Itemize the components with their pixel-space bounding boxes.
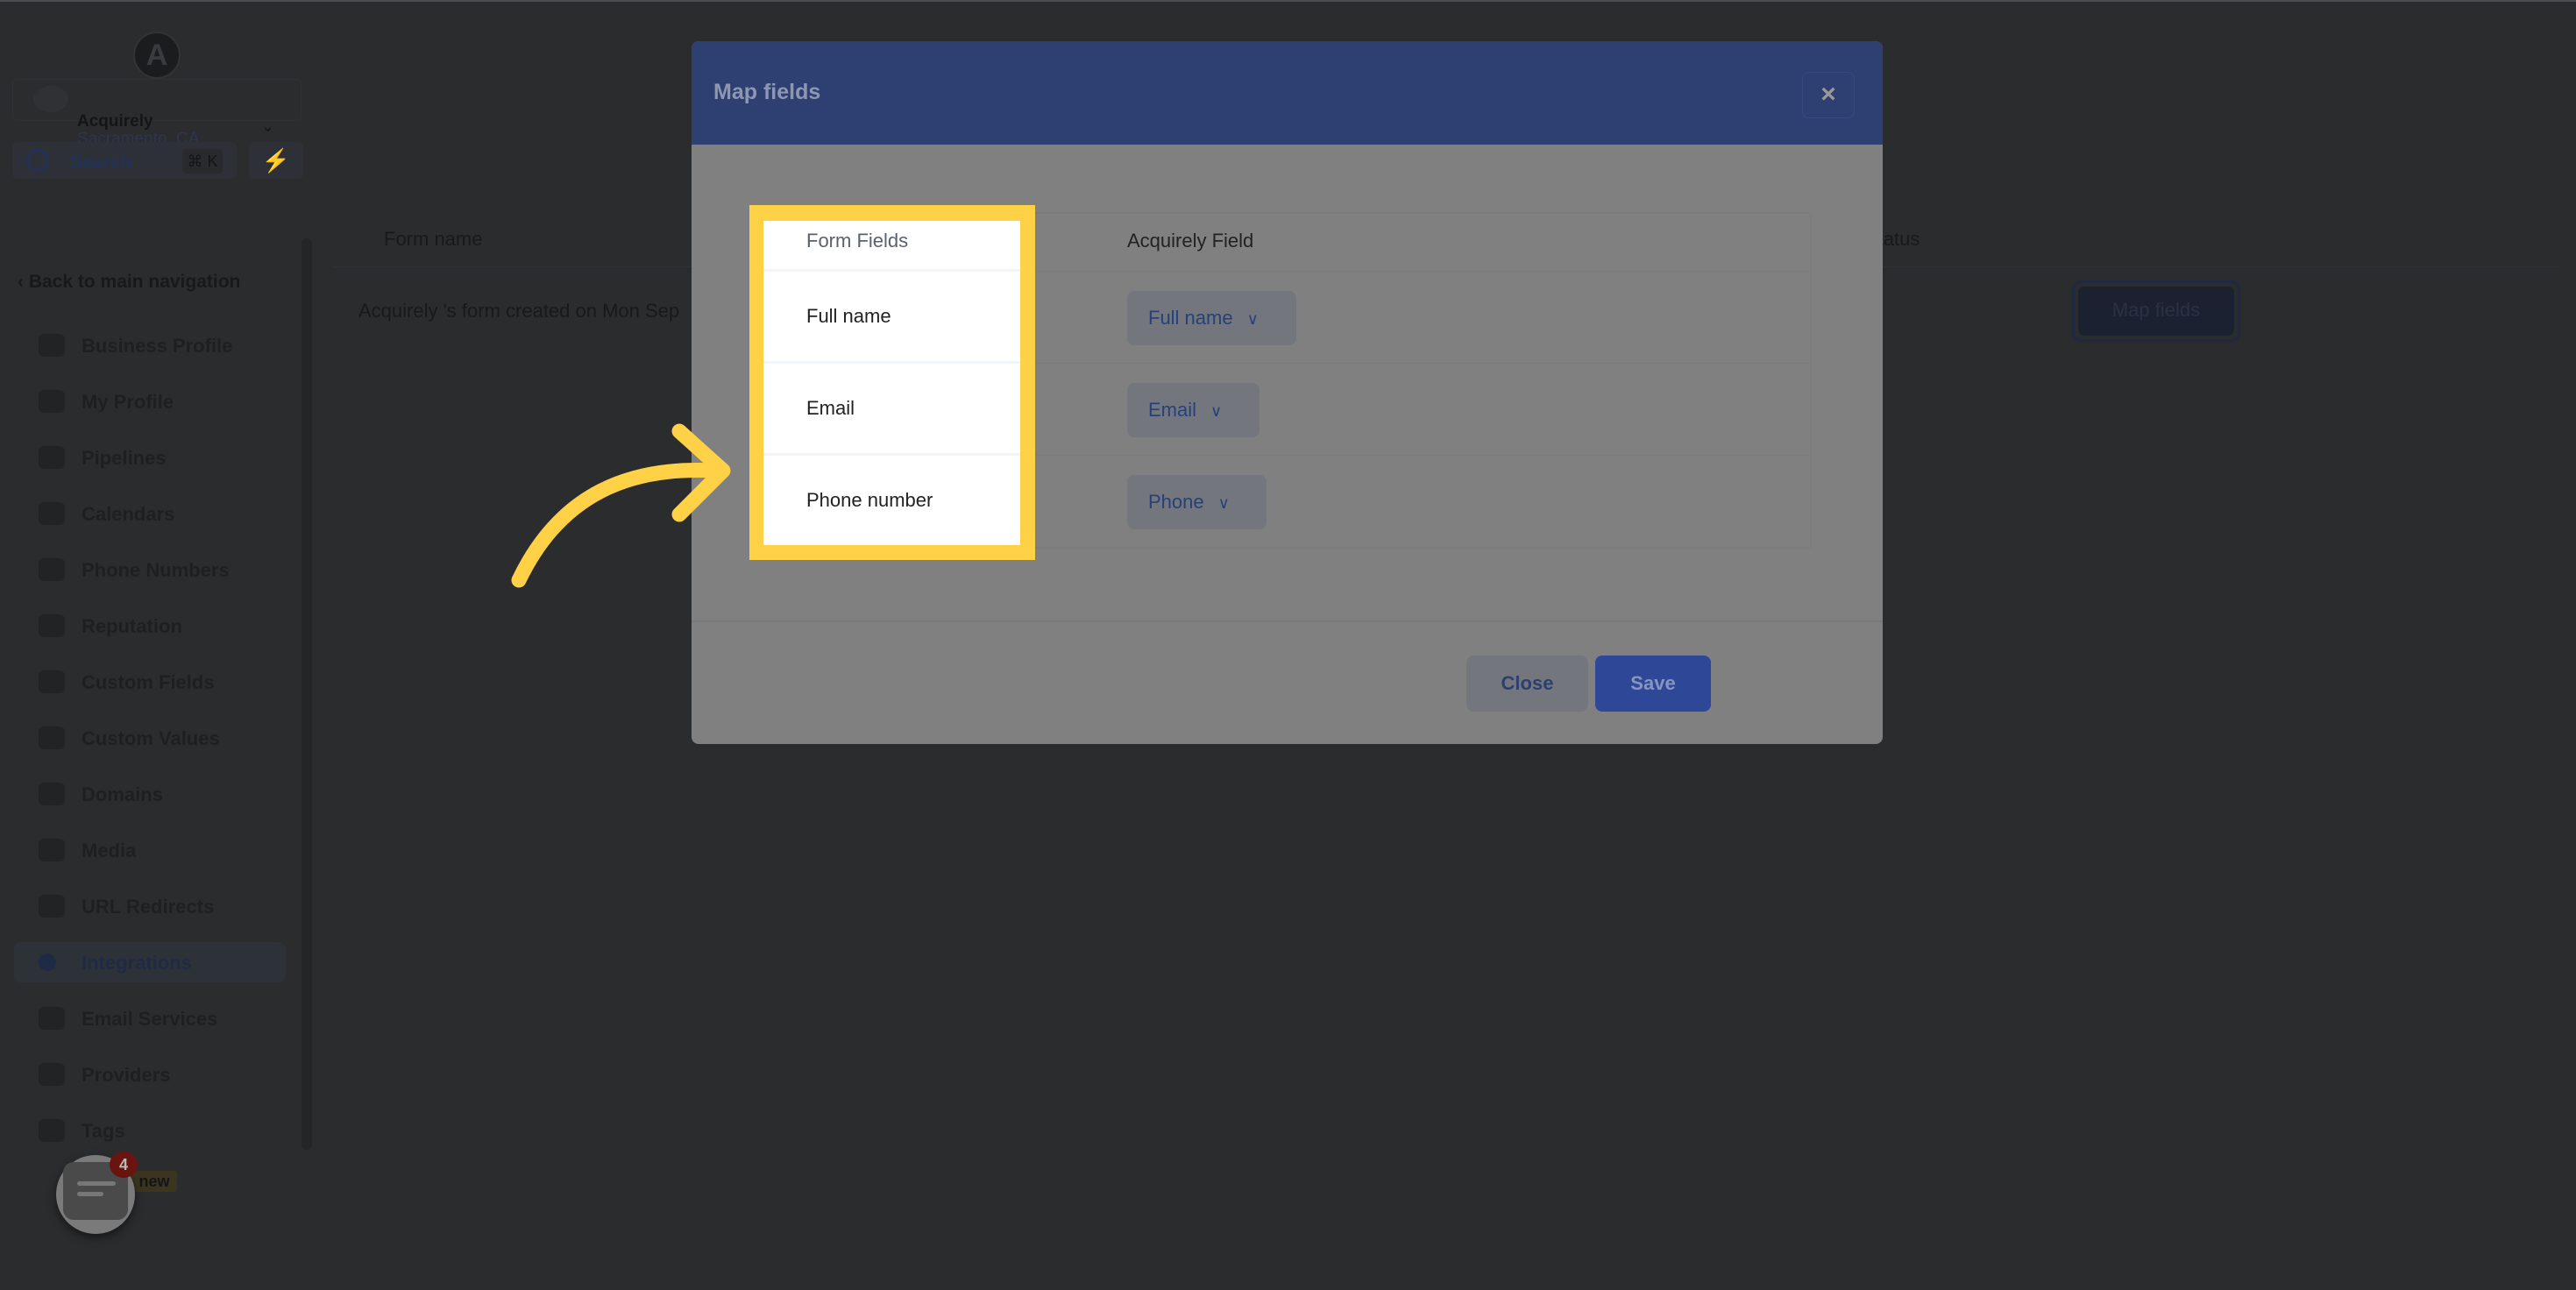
chat-icon-line — [77, 1181, 116, 1186]
arrow-annotation — [511, 423, 731, 588]
chat-icon-line — [77, 1192, 103, 1196]
notification-badge: 4 — [110, 1152, 138, 1178]
